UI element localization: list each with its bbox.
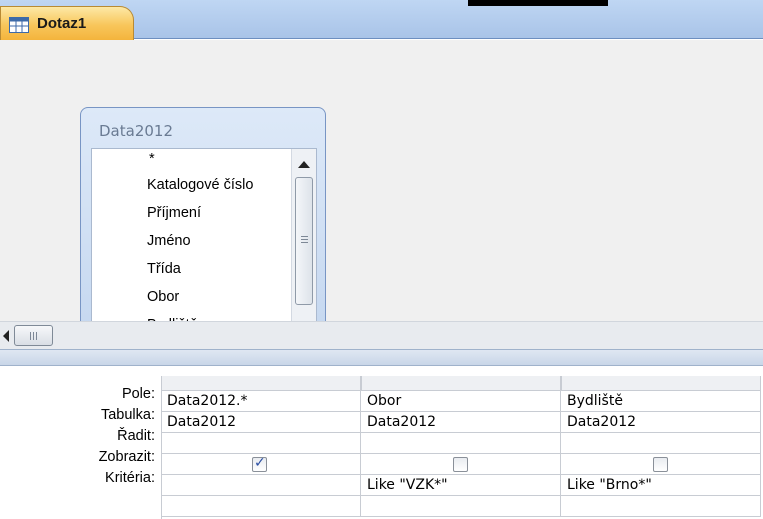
field-item-prijmeni[interactable]: Příjmení: [147, 205, 201, 221]
document-tab-strip: Dotaz1: [0, 0, 763, 40]
row-label-pole: Pole:: [121, 386, 155, 402]
scroll-up-icon[interactable]: [298, 161, 310, 168]
cell-or-3[interactable]: [561, 496, 761, 517]
query-grid: Pole: Tabulka: Řadit: Zobrazit: Kritéria…: [0, 366, 763, 519]
cell-text: Data2012: [367, 414, 437, 430]
cell-show-1[interactable]: ✓: [161, 454, 361, 475]
grip-line: [301, 239, 308, 240]
pane-splitter[interactable]: [0, 349, 763, 366]
field-item-asterisk[interactable]: *: [149, 151, 155, 167]
cell-text: Data2012.*: [167, 393, 248, 409]
cell-text: Data2012: [567, 414, 637, 430]
cell-sort-3[interactable]: [561, 433, 761, 454]
column-selector-3[interactable]: [561, 376, 761, 391]
field-item-jmeno[interactable]: Jméno: [147, 233, 191, 249]
cell-criteria-3[interactable]: Like "Brno*": [561, 475, 761, 496]
cell-text: Bydliště: [567, 393, 623, 409]
cell-show-3[interactable]: [561, 454, 761, 475]
grip-line: [30, 332, 31, 340]
cell-sort-2[interactable]: [361, 433, 561, 454]
checkbox-checked-icon: ✓: [254, 455, 266, 471]
tab-dotaz1[interactable]: Dotaz1: [0, 6, 134, 40]
scroll-thumb[interactable]: [295, 177, 313, 305]
scroll-left-icon[interactable]: [3, 330, 9, 342]
table-field-list-data2012[interactable]: Data2012 * Katalogové číslo Příjmení Jmé…: [80, 107, 326, 357]
row-label-tabulka: Tabulka:: [100, 407, 155, 423]
cell-text: Like "VZK*": [367, 477, 448, 493]
column-selector-1[interactable]: [161, 376, 361, 391]
field-item-trida[interactable]: Třída: [147, 261, 181, 277]
cell-table-2[interactable]: Data2012: [361, 412, 561, 433]
cell-field-2[interactable]: Obor: [361, 391, 561, 412]
cell-or-2[interactable]: [361, 496, 561, 517]
cell-text: Obor: [367, 393, 402, 409]
row-label-zobrazit: Zobrazit:: [98, 449, 155, 465]
grip-line: [301, 242, 308, 243]
cell-field-3[interactable]: Bydliště: [561, 391, 761, 412]
tab-label: Dotaz1: [37, 15, 87, 32]
grip-line: [36, 332, 37, 340]
cell-criteria-2[interactable]: Like "VZK*": [361, 475, 561, 496]
table-title[interactable]: Data2012: [99, 122, 173, 140]
query-design-icon: [9, 17, 29, 33]
row-label-radit: Řadit:: [117, 428, 155, 444]
cell-or-1[interactable]: [161, 496, 361, 517]
grip-line: [301, 236, 308, 237]
grip-line: [33, 332, 34, 340]
row-label-kriteria: Kritéria:: [105, 470, 155, 486]
field-item-obor[interactable]: Obor: [147, 289, 179, 305]
show-checkbox-1[interactable]: ✓: [252, 455, 267, 472]
cell-table-1[interactable]: Data2012: [161, 412, 361, 433]
cell-field-1[interactable]: Data2012.*: [161, 391, 361, 412]
field-list[interactable]: * Katalogové číslo Příjmení Jméno Třída …: [91, 148, 317, 348]
cell-show-2[interactable]: [361, 454, 561, 475]
cell-criteria-1[interactable]: [161, 475, 361, 496]
query-design-pane: Data2012 * Katalogové číslo Příjmení Jmé…: [0, 40, 763, 357]
cell-text: Data2012: [167, 414, 237, 430]
field-list-scrollbar[interactable]: [291, 149, 316, 347]
show-checkbox-2[interactable]: [453, 457, 468, 472]
design-pane-hscrollbar[interactable]: [0, 321, 763, 349]
top-edge-bar: [468, 0, 608, 6]
cell-sort-1[interactable]: [161, 433, 361, 454]
cell-text: Like "Brno*": [567, 477, 652, 493]
hscroll-thumb[interactable]: [14, 325, 53, 346]
show-checkbox-3[interactable]: [653, 457, 668, 472]
column-selector-2[interactable]: [361, 376, 561, 391]
cell-table-3[interactable]: Data2012: [561, 412, 761, 433]
field-item-katalogove-cislo[interactable]: Katalogové číslo: [147, 177, 253, 193]
